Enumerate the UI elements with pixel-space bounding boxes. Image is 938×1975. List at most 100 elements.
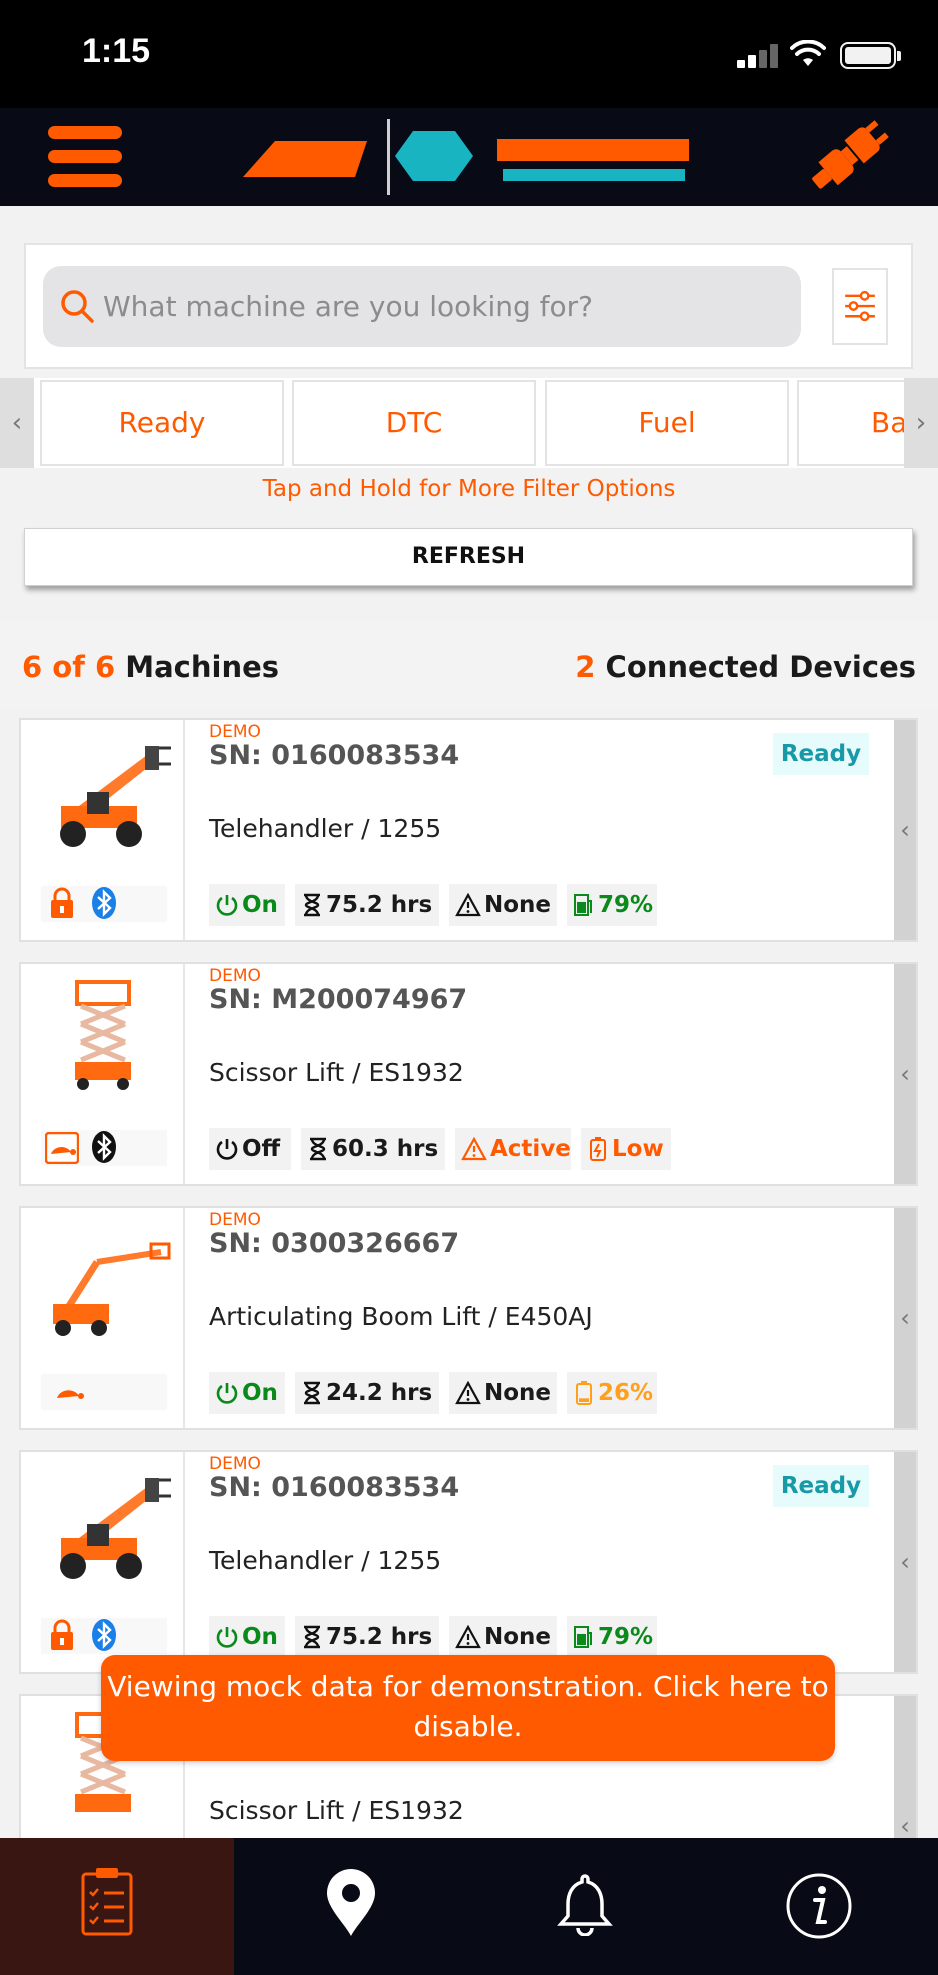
dtc-status: Active [455, 1128, 571, 1170]
bell-icon [557, 1874, 613, 1936]
chevron-left-icon[interactable]: ‹ [894, 1208, 916, 1428]
boom-lift-image [53, 1242, 171, 1336]
hourglass-icon [304, 1625, 320, 1649]
power-status: On [209, 884, 285, 926]
serial-number: SN: M200074967 [209, 984, 468, 1015]
power-icon [216, 1139, 238, 1160]
machine-model: Telehandler / 1255 [209, 814, 442, 843]
fuel-level: 79% [567, 884, 657, 926]
machine-thumbnail [21, 1452, 185, 1672]
scissor-lift-image [75, 980, 131, 1090]
machine-model: Scissor Lift / ES1932 [209, 1796, 464, 1825]
ready-badge: Ready [773, 733, 869, 775]
search-field[interactable] [43, 266, 801, 347]
telehandler-image [60, 746, 171, 847]
serial-number: SN: 0160083534 [209, 740, 460, 771]
power-status: On [209, 1616, 285, 1658]
demo-label: DEMO [209, 966, 261, 986]
demo-mode-toast[interactable]: Viewing mock data for demonstration. Cli… [101, 1655, 835, 1761]
machine-card[interactable]: DEMO SN: 0300326667 Articulating Boom Li… [19, 1206, 918, 1430]
machine-thumbnail [21, 1208, 185, 1428]
fuel-gauge-icon [574, 1626, 592, 1648]
demo-label: DEMO [209, 722, 261, 742]
warning-icon [455, 1380, 481, 1405]
machine-thumbnail [21, 964, 185, 1184]
dtc-status: None [449, 884, 557, 926]
machine-thumbnail [21, 720, 185, 940]
filter-chip-ready[interactable]: Ready [40, 380, 284, 466]
filter-chip-dtc[interactable]: DTC [292, 380, 536, 466]
lock-icon [51, 887, 73, 918]
tab-machine-list[interactable] [0, 1838, 234, 1975]
chevron-left-icon[interactable]: ‹ [894, 1452, 916, 1672]
machine-model: Scissor Lift / ES1932 [209, 1058, 464, 1087]
machine-list-icon [81, 1868, 133, 1936]
machine-card[interactable]: DEMO SN: 0160083534 Ready Telehandler / … [19, 1450, 918, 1674]
battery-level: 26% [567, 1372, 657, 1414]
ready-badge: Ready [773, 1465, 869, 1507]
telehandler-image [60, 1478, 171, 1579]
wifi-icon [790, 40, 826, 66]
power-status: On [209, 1372, 285, 1414]
engine-hours: 75.2 hrs [295, 1616, 439, 1658]
hourglass-icon [310, 1137, 326, 1161]
filter-hint: Tap and Hold for More Filter Options [262, 476, 676, 502]
filter-chip-row[interactable]: ‹ Ready DTC Fuel Ba › [0, 378, 938, 468]
fuel-level: 79% [567, 1616, 657, 1658]
bottom-tab-bar [0, 1838, 938, 1975]
tab-map[interactable] [234, 1838, 468, 1975]
machine-card[interactable]: DEMO SN: 0160083534 Ready Telehandler / … [19, 718, 918, 942]
fuel-gauge-icon [574, 894, 592, 916]
battery-level: Low [581, 1128, 671, 1170]
connected-devices-count: 2 Connected Devices [575, 650, 916, 684]
engine-hours: 24.2 hrs [295, 1372, 439, 1414]
connection-status-icons [41, 1130, 167, 1166]
connection-status-icons [41, 1618, 167, 1654]
machine-model: Telehandler / 1255 [209, 1546, 442, 1575]
bluetooth-icon [92, 1131, 116, 1163]
chevron-right-icon[interactable]: › [904, 378, 938, 468]
battery-icon [576, 1381, 592, 1405]
plug-icon[interactable] [800, 114, 896, 200]
hourglass-icon [304, 893, 320, 917]
machine-count: 6 of 6 Machines [22, 650, 280, 684]
power-icon [216, 895, 238, 916]
chevron-left-icon[interactable]: ‹ [894, 720, 916, 940]
connection-status-icons [41, 1374, 167, 1410]
brand-logo [243, 119, 689, 195]
hamburger-menu-icon[interactable] [48, 126, 122, 188]
battery-charging-icon [590, 1137, 606, 1161]
engine-hours: 60.3 hrs [301, 1128, 445, 1170]
dtc-status: None [449, 1372, 557, 1414]
status-bar: 1:15 [0, 0, 938, 108]
warning-icon [455, 892, 481, 917]
search-input[interactable] [103, 266, 783, 347]
turtle-mode-icon [57, 1390, 84, 1399]
tab-notifications[interactable] [468, 1838, 702, 1975]
power-icon [216, 1627, 238, 1648]
warning-icon [455, 1624, 481, 1649]
bluetooth-icon [92, 887, 116, 919]
dtc-status: None [449, 1616, 557, 1658]
tab-info[interactable] [702, 1838, 936, 1975]
engine-hours: 75.2 hrs [295, 884, 439, 926]
info-icon [786, 1873, 852, 1939]
demo-label: DEMO [209, 1454, 261, 1474]
status-time: 1:15 [82, 32, 151, 70]
refresh-button[interactable]: REFRESH [24, 528, 913, 586]
chevron-left-icon[interactable]: ‹ [0, 378, 34, 468]
chevron-left-icon[interactable]: ‹ [894, 964, 916, 1184]
hourglass-icon [304, 1381, 320, 1405]
filter-chip-fuel[interactable]: Fuel [545, 380, 789, 466]
connection-status-icons [41, 886, 167, 922]
chevron-left-icon[interactable]: ‹ [894, 1696, 916, 1842]
power-icon [216, 1383, 238, 1404]
filter-settings-icon[interactable] [832, 268, 888, 345]
machine-card[interactable]: DEMO SN: M200074967 Scissor Lift / ES193… [19, 962, 918, 1186]
serial-number: SN: 0160083534 [209, 1472, 460, 1503]
location-pin-icon [327, 1869, 375, 1936]
serial-number: SN: 0300326667 [209, 1228, 460, 1259]
warning-icon [461, 1136, 487, 1161]
power-status: Off [209, 1128, 291, 1170]
search-icon [61, 290, 94, 323]
